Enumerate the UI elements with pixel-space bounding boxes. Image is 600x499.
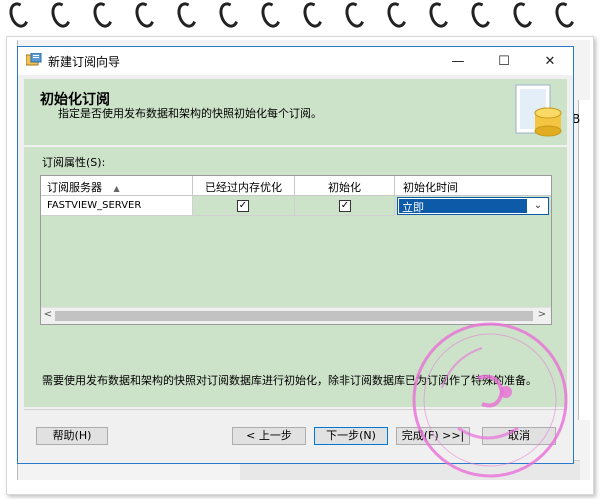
binding-ring: [174, 0, 200, 31]
binding-ring: [258, 0, 284, 31]
database-icon: [515, 84, 562, 137]
binding-ring: [510, 0, 536, 31]
minimize-button[interactable]: —: [435, 47, 481, 75]
maximize-button[interactable]: ☐: [481, 47, 527, 75]
close-button[interactable]: ✕: [527, 47, 573, 75]
memory-optimized-cell[interactable]: ✓: [193, 196, 295, 216]
window-title: 新建订阅向导: [48, 55, 121, 69]
init-time-select[interactable]: 立即 ⌄: [397, 197, 549, 215]
next-button[interactable]: 下一步(N): [314, 427, 388, 445]
help-button[interactable]: 帮助(H): [36, 427, 108, 445]
column-header-initialize[interactable]: 初始化: [295, 176, 395, 196]
scroll-left-icon[interactable]: <: [41, 309, 55, 323]
back-button[interactable]: < 上一步: [232, 427, 306, 445]
binding-ring: [132, 0, 158, 31]
chevron-down-icon[interactable]: ⌄: [530, 198, 546, 214]
binding-ring: [468, 0, 494, 31]
subscriber-cell[interactable]: FASTVIEW_SERVER: [41, 196, 193, 216]
notebook-binding: [0, 0, 600, 36]
binding-ring: [48, 0, 74, 31]
binding-ring: [552, 0, 578, 31]
watermark-stamp: [412, 322, 568, 478]
memory-optimized-checkbox[interactable]: ✓: [237, 200, 249, 212]
binding-ring: [216, 0, 242, 31]
column-header-subscriber[interactable]: 订阅服务器 ▲: [41, 176, 193, 196]
column-header-label: 订阅服务器: [47, 181, 102, 194]
binding-ring: [342, 0, 368, 31]
binding-ring: [300, 0, 326, 31]
title-bar[interactable]: 新建订阅向导 — ☐ ✕: [18, 47, 573, 75]
subscription-grid[interactable]: 订阅服务器 ▲ 已经过内存优化 初始化 初始化时间 FASTVIEW_SERVE…: [40, 175, 552, 325]
initialize-checkbox[interactable]: ✓: [339, 200, 351, 212]
column-header-memory-optimized[interactable]: 已经过内存优化: [193, 176, 295, 196]
binding-ring: [426, 0, 452, 31]
binding-ring: [90, 0, 116, 31]
page-subtitle: 指定是否使用发布数据和架构的快照初始化每个订阅。: [58, 107, 322, 120]
column-header-init-time[interactable]: 初始化时间: [395, 176, 551, 196]
initialize-cell[interactable]: ✓: [295, 196, 395, 216]
init-time-value: 立即: [399, 199, 527, 214]
subscription-properties-label: 订阅属性(S):: [42, 156, 106, 169]
wizard-app-icon: [26, 53, 42, 66]
sort-asc-icon: ▲: [113, 184, 120, 193]
binding-ring: [384, 0, 410, 31]
binding-ring: [6, 0, 32, 31]
background-right-strip: [578, 100, 590, 420]
wizard-header: 初始化订阅 指定是否使用发布数据和架构的快照初始化每个订阅。: [24, 79, 567, 145]
